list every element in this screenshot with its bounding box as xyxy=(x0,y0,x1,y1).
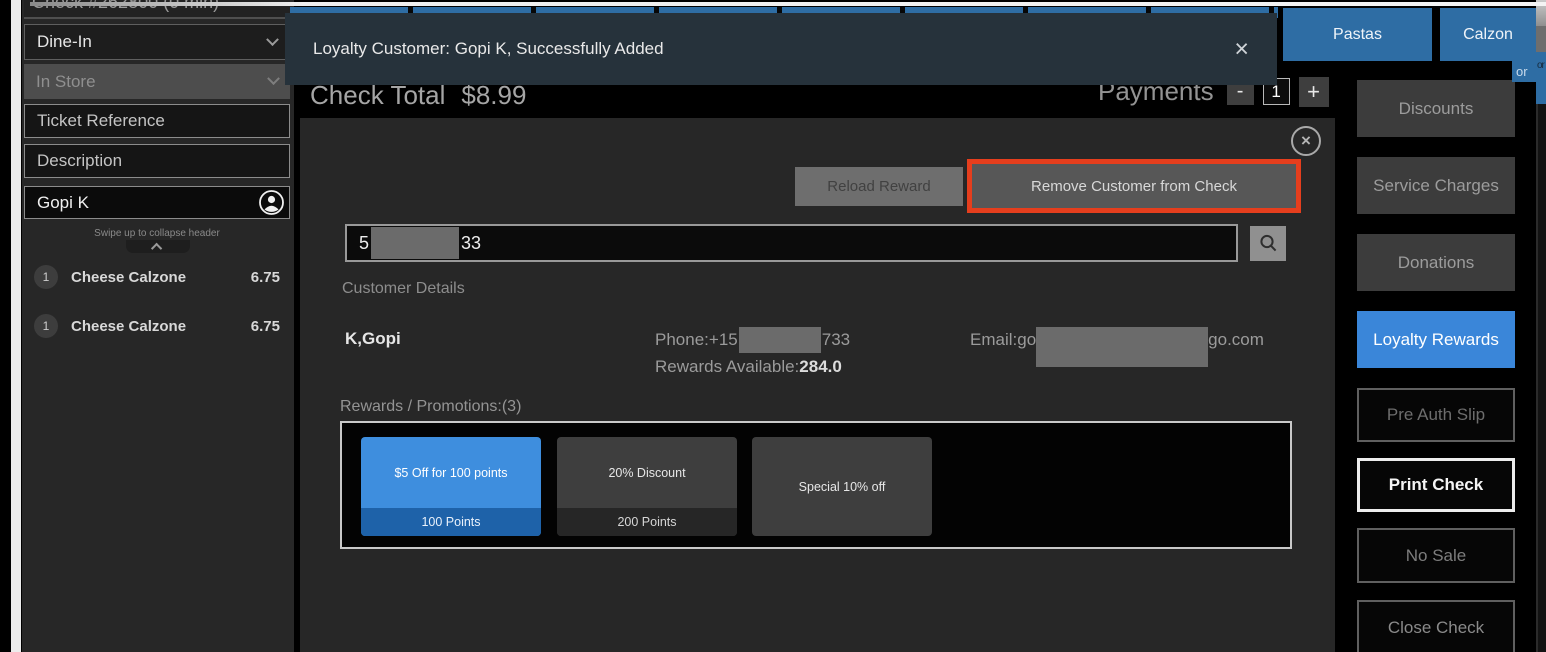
check-sidebar: Check #262800 (0 min) Dine-In In Store S… xyxy=(22,0,294,652)
close-check-button[interactable]: Close Check xyxy=(1357,600,1515,652)
pos-app: Check #262800 (0 min) Dine-In In Store S… xyxy=(0,0,1546,652)
search-icon xyxy=(1258,233,1279,254)
customer-phone: Phone: +15 733 xyxy=(655,327,850,353)
chevron-down-icon xyxy=(267,72,280,85)
rewards-available-value: 284.0 xyxy=(799,357,842,377)
right-edge-tab-fragment: or xyxy=(1536,52,1546,104)
pre-auth-slip-button[interactable]: Pre Auth Slip xyxy=(1357,388,1515,442)
redaction-box xyxy=(1036,327,1208,367)
reward-points: 100 Points xyxy=(361,508,541,536)
customer-field[interactable] xyxy=(24,186,290,219)
search-button[interactable] xyxy=(1250,226,1286,261)
ticket-reference-input[interactable] xyxy=(24,104,290,138)
order-item-row[interactable]: 1 Cheese Calzone 6.75 xyxy=(24,262,290,292)
right-edge-strip xyxy=(1536,104,1546,652)
reward-points: 200 Points xyxy=(557,508,737,536)
redaction-box xyxy=(739,327,821,353)
collapse-header-handle[interactable] xyxy=(126,240,190,253)
discounts-button[interactable]: Discounts xyxy=(1357,80,1515,137)
quantity-badge: 1 xyxy=(34,314,58,338)
remove-customer-from-check-button[interactable]: Remove Customer from Check xyxy=(967,159,1301,213)
phone-visible-start: +15 xyxy=(709,330,738,350)
rewards-available: Rewards Available: 284.0 xyxy=(655,357,842,377)
top-highlight-line xyxy=(30,2,1546,6)
reward-card-20-discount[interactable]: 20% Discount 200 Points xyxy=(557,437,737,536)
order-mode-value: In Store xyxy=(36,72,96,92)
phone-label: Phone: xyxy=(655,330,709,350)
reward-card-5-off[interactable]: $5 Off for 100 points 100 Points xyxy=(361,437,541,536)
service-charges-button[interactable]: Service Charges xyxy=(1357,157,1515,214)
panel-close-icon[interactable]: × xyxy=(1291,126,1321,156)
order-item-row[interactable]: 1 Cheese Calzone 6.75 xyxy=(24,311,290,341)
tab-pastas[interactable]: Pastas xyxy=(1283,8,1432,61)
payments-plus-button[interactable]: + xyxy=(1299,77,1329,107)
tab-calzones[interactable]: Calzon xyxy=(1440,8,1536,61)
reward-title: $5 Off for 100 points xyxy=(361,437,541,508)
item-price: 6.75 xyxy=(251,269,280,286)
print-check-button[interactable]: Print Check xyxy=(1357,458,1515,512)
swipe-hint-label: Swipe up to collapse header xyxy=(24,228,290,239)
order-mode-dropdown[interactable]: In Store xyxy=(24,64,290,99)
left-edge-strip xyxy=(11,0,21,652)
customer-email: Email: go go.com xyxy=(970,327,1264,367)
reward-card-special-10-off[interactable]: Special 10% off xyxy=(752,437,932,536)
toast-message: Loyalty Customer: Gopi K, Successfully A… xyxy=(313,39,664,59)
item-price: 6.75 xyxy=(251,318,280,335)
quantity-badge: 1 xyxy=(34,265,58,289)
search-value-prefix: 5 xyxy=(359,233,369,254)
customer-search-input[interactable]: 5 33 xyxy=(345,224,1238,262)
rewards-promotions-label: Rewards / Promotions:(3) xyxy=(340,398,521,416)
rewards-available-label: Rewards Available: xyxy=(655,357,799,377)
reward-title: Special 10% off xyxy=(752,437,932,536)
item-name: Cheese Calzone xyxy=(71,318,251,335)
chevron-up-icon xyxy=(151,242,162,253)
customer-name-value: K,Gopi xyxy=(345,329,401,349)
tab-fragment: or xyxy=(1512,61,1536,82)
rewards-list-container: $5 Off for 100 points 100 Points 20% Dis… xyxy=(340,421,1292,549)
right-edge-strip xyxy=(1536,26,1546,52)
email-visible-start: go xyxy=(1017,327,1036,350)
order-type-dropdown[interactable]: Dine-In xyxy=(24,24,290,60)
order-type-value: Dine-In xyxy=(37,32,92,52)
description-input[interactable] xyxy=(24,144,290,178)
redaction-box xyxy=(371,227,459,259)
chevron-down-icon xyxy=(266,33,279,46)
item-name: Cheese Calzone xyxy=(71,269,251,286)
customer-details-label: Customer Details xyxy=(342,280,465,298)
donations-button[interactable]: Donations xyxy=(1357,234,1515,291)
loyalty-rewards-button[interactable]: Loyalty Rewards xyxy=(1357,311,1515,368)
loyalty-toast: Loyalty Customer: Gopi K, Successfully A… xyxy=(285,13,1277,85)
no-sale-button[interactable]: No Sale xyxy=(1357,528,1515,583)
person-icon xyxy=(258,189,285,216)
search-value-suffix: 33 xyxy=(461,233,481,254)
email-label: Email: xyxy=(970,327,1017,350)
phone-visible-end: 733 xyxy=(822,330,850,350)
customer-name-input[interactable] xyxy=(37,193,258,213)
reload-reward-button[interactable]: Reload Reward xyxy=(795,167,963,206)
close-icon[interactable]: × xyxy=(1234,37,1249,62)
email-visible-end: go.com xyxy=(1208,327,1264,350)
reward-title: 20% Discount xyxy=(557,437,737,508)
